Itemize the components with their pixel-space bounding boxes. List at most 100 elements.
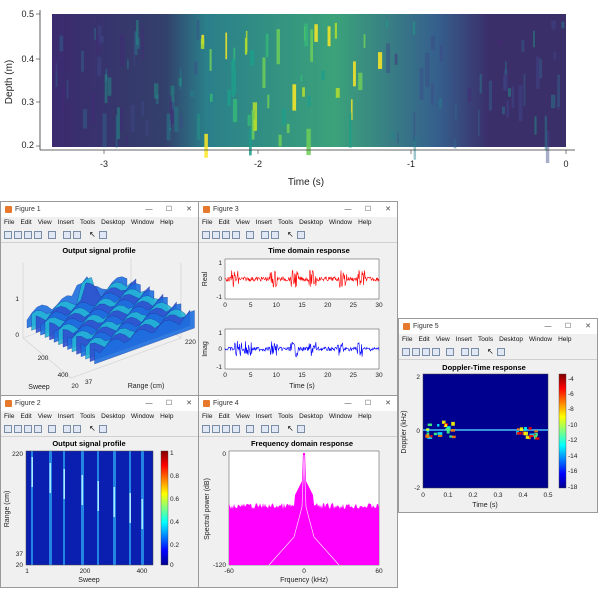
maximize-icon[interactable]: ☐ [162, 396, 176, 411]
print-icon[interactable] [232, 231, 240, 239]
menu-tools[interactable]: Tools [278, 413, 293, 420]
property-inspector-icon[interactable] [297, 425, 305, 433]
save-icon[interactable] [24, 425, 32, 433]
legend-icon[interactable] [271, 231, 279, 239]
menu-desktop[interactable]: Desktop [499, 336, 523, 343]
figure-5-window[interactable]: Figure 5 — ☐ ✕ File Edit View Insert Tools De… [398, 318, 598, 513]
menu-file[interactable]: File [4, 413, 14, 420]
legend-icon[interactable] [73, 231, 81, 239]
legend-icon[interactable] [73, 425, 81, 433]
menu-help[interactable]: Help [558, 336, 571, 343]
menu-insert[interactable]: Insert [58, 413, 74, 420]
pointer-icon[interactable]: ↖ [287, 231, 295, 239]
open-file-icon[interactable] [412, 348, 420, 356]
menu-file[interactable]: File [402, 336, 412, 343]
minimize-icon[interactable]: — [341, 202, 355, 217]
menu-help[interactable]: Help [358, 219, 371, 226]
link-plot-icon[interactable] [48, 231, 56, 239]
new-figure-icon[interactable] [202, 425, 210, 433]
legend-icon[interactable] [471, 348, 479, 356]
menu-edit[interactable]: Edit [20, 219, 31, 226]
menu-insert[interactable]: Insert [456, 336, 472, 343]
menu-desktop[interactable]: Desktop [101, 413, 125, 420]
new-figure-icon[interactable] [4, 231, 12, 239]
menu-tools[interactable]: Tools [478, 336, 493, 343]
menu-desktop[interactable]: Desktop [299, 219, 323, 226]
menu-window[interactable]: Window [131, 413, 154, 420]
menu-file[interactable]: File [4, 219, 14, 226]
close-icon[interactable]: ✕ [381, 396, 395, 411]
open-file-icon[interactable] [212, 231, 220, 239]
open-file-icon[interactable] [14, 231, 22, 239]
save-icon[interactable] [422, 348, 430, 356]
legend-icon[interactable] [271, 425, 279, 433]
print-icon[interactable] [34, 231, 42, 239]
menu-tools[interactable]: Tools [80, 219, 95, 226]
close-icon[interactable]: ✕ [381, 202, 395, 217]
print-icon[interactable] [432, 348, 440, 356]
property-inspector-icon[interactable] [497, 348, 505, 356]
menu-edit[interactable]: Edit [418, 336, 429, 343]
link-plot-icon[interactable] [246, 231, 254, 239]
open-file-icon[interactable] [14, 425, 22, 433]
menu-help[interactable]: Help [160, 219, 173, 226]
property-inspector-icon[interactable] [99, 425, 107, 433]
figure-1-window[interactable]: Figure 1 — ☐ ✕ File Edit View Insert Tools De… [0, 201, 199, 396]
colorbar-icon[interactable] [461, 348, 469, 356]
menu-edit[interactable]: Edit [218, 219, 229, 226]
colorbar-icon[interactable] [63, 231, 71, 239]
minimize-icon[interactable]: — [541, 319, 555, 334]
new-figure-icon[interactable] [4, 425, 12, 433]
title-bar[interactable]: Figure 2 — ☐ ✕ [1, 396, 198, 411]
new-figure-icon[interactable] [202, 231, 210, 239]
menu-insert[interactable]: Insert [256, 413, 272, 420]
maximize-icon[interactable]: ☐ [361, 396, 375, 411]
pointer-icon[interactable]: ↖ [287, 425, 295, 433]
menu-file[interactable]: File [202, 413, 212, 420]
menu-window[interactable]: Window [329, 413, 352, 420]
link-plot-icon[interactable] [48, 425, 56, 433]
menu-insert[interactable]: Insert [256, 219, 272, 226]
menu-window[interactable]: Window [131, 219, 154, 226]
minimize-icon[interactable]: — [142, 396, 156, 411]
figure-2-window[interactable]: Figure 2 — ☐ ✕ File Edit View Insert Tools De… [0, 395, 199, 588]
menu-tools[interactable]: Tools [80, 413, 95, 420]
property-inspector-icon[interactable] [297, 231, 305, 239]
figure-4-window[interactable]: Figure 4 — ☐ ✕ File Edit View Insert Tools De… [198, 395, 398, 588]
menu-desktop[interactable]: Desktop [299, 413, 323, 420]
menu-help[interactable]: Help [160, 413, 173, 420]
menu-view[interactable]: View [236, 413, 250, 420]
menu-view[interactable]: View [38, 219, 52, 226]
title-bar[interactable]: Figure 5 — ☐ ✕ [399, 319, 597, 334]
maximize-icon[interactable]: ☐ [162, 202, 176, 217]
colorbar-icon[interactable] [261, 425, 269, 433]
maximize-icon[interactable]: ☐ [561, 319, 575, 334]
close-icon[interactable]: ✕ [581, 319, 595, 334]
menu-tools[interactable]: Tools [278, 219, 293, 226]
pointer-icon[interactable]: ↖ [487, 348, 495, 356]
menu-view[interactable]: View [236, 219, 250, 226]
menu-edit[interactable]: Edit [20, 413, 31, 420]
menu-file[interactable]: File [202, 219, 212, 226]
new-figure-icon[interactable] [402, 348, 410, 356]
colorbar-icon[interactable] [261, 231, 269, 239]
print-icon[interactable] [34, 425, 42, 433]
open-file-icon[interactable] [212, 425, 220, 433]
figure-3-window[interactable]: Figure 3 — ☐ ✕ File Edit View Insert Tools De… [198, 201, 398, 396]
menu-edit[interactable]: Edit [218, 413, 229, 420]
title-bar[interactable]: Figure 4 — ☐ ✕ [199, 396, 397, 411]
minimize-icon[interactable]: — [341, 396, 355, 411]
menu-desktop[interactable]: Desktop [101, 219, 125, 226]
property-inspector-icon[interactable] [99, 231, 107, 239]
close-icon[interactable]: ✕ [182, 396, 196, 411]
save-icon[interactable] [222, 425, 230, 433]
pointer-icon[interactable]: ↖ [89, 425, 97, 433]
menu-help[interactable]: Help [358, 413, 371, 420]
menu-window[interactable]: Window [329, 219, 352, 226]
close-icon[interactable]: ✕ [182, 202, 196, 217]
link-plot-icon[interactable] [446, 348, 454, 356]
print-icon[interactable] [232, 425, 240, 433]
menu-insert[interactable]: Insert [58, 219, 74, 226]
minimize-icon[interactable]: — [142, 202, 156, 217]
menu-view[interactable]: View [436, 336, 450, 343]
